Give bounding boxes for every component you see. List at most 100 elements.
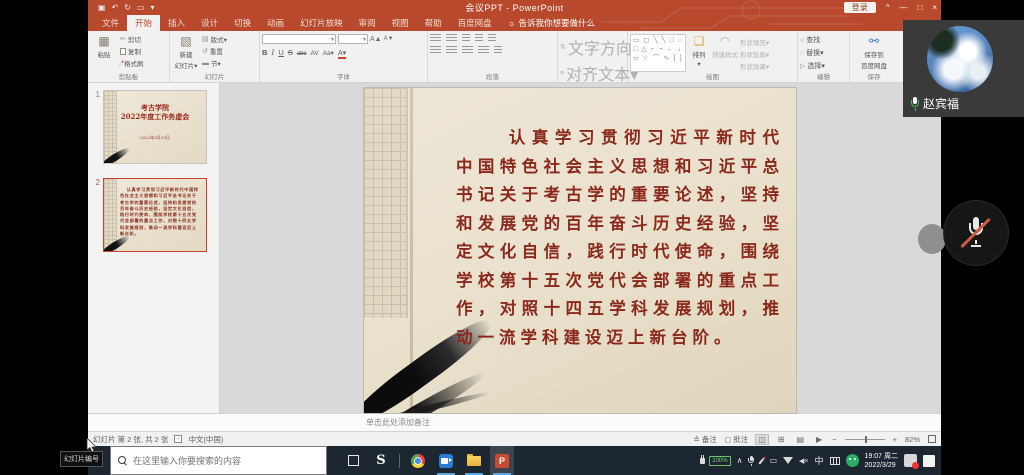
tab-baidu-netdisk[interactable]: 百度网盘 xyxy=(450,14,500,31)
font-color-button[interactable]: A▾ xyxy=(338,49,346,59)
reading-view-icon[interactable]: ▤ xyxy=(794,435,806,444)
tray-app-badge-icon[interactable] xyxy=(904,454,917,467)
wifi-icon[interactable] xyxy=(783,457,793,464)
wechat-icon[interactable] xyxy=(846,454,859,467)
taskbar-clock[interactable]: 19:07 周二 2022/3/29 xyxy=(865,452,898,470)
tab-animations[interactable]: 动画 xyxy=(259,14,292,31)
file-explorer-button[interactable] xyxy=(462,446,486,475)
text-direction-button[interactable]: ⇅文字方向▾ xyxy=(560,35,625,59)
indent-increase-icon[interactable] xyxy=(475,34,483,41)
notes-pane[interactable]: 单击此处添加备注 xyxy=(88,413,941,431)
new-slide-button[interactable]: ▧ 新建幻灯片▾ xyxy=(172,34,200,72)
participant-video-tile[interactable]: 赵宾福 xyxy=(903,20,1024,117)
slide-body-text[interactable]: 认真学习贯彻习近平新时代中国特色社会主义思想和习近平总书记关于考古学的重要论述，… xyxy=(456,124,784,352)
power-plug-icon[interactable] xyxy=(700,458,705,464)
tab-design[interactable]: 设计 xyxy=(193,14,226,31)
shape-fill-button[interactable]: 形状填充▾ xyxy=(740,37,769,47)
save-to-baidu-button[interactable]: ⚯ 保存到百度网盘 xyxy=(852,34,896,72)
quick-styles-button[interactable]: ◠ 快速样式 xyxy=(712,34,738,72)
zoom-level[interactable]: 82% xyxy=(905,435,920,444)
action-center-icon[interactable] xyxy=(923,455,935,467)
replace-button[interactable]: ◌替换▾ xyxy=(800,48,847,58)
arrange-button[interactable]: ❏ 排列▾ xyxy=(688,34,710,72)
grow-font-button[interactable]: A▲ xyxy=(370,36,382,43)
volume-muted-icon[interactable]: ◀× xyxy=(799,457,808,465)
shapes-gallery[interactable]: ▭ ◻ ╲ ╲ □ ○ □ △ ⌐ ¬ ← ↓ ▱ ☆ ⌒ ∿ { } xyxy=(630,34,686,72)
tab-transitions[interactable]: 切换 xyxy=(226,14,259,31)
tab-insert[interactable]: 插入 xyxy=(160,14,193,31)
format-painter-button[interactable]: 格式刷 xyxy=(120,58,144,68)
font-name-dropdown[interactable]: ▾ xyxy=(262,34,336,44)
section-button[interactable]: ▬节▾ xyxy=(202,58,227,68)
tray-expand-icon[interactable]: ∧ xyxy=(737,456,743,465)
justify-icon[interactable] xyxy=(478,46,489,53)
battery-indicator[interactable]: 100% xyxy=(709,456,730,466)
bullets-icon[interactable] xyxy=(430,34,441,41)
slide-thumbnail-1[interactable]: 考古学院 2022年度工作务虚会 2022年3月29日 xyxy=(103,90,207,164)
slide-thumbnail-2[interactable]: 认真学习贯彻习近平新时代中国特色社会主义思想和习近平总书记关于考古学的重要论述，… xyxy=(103,178,207,252)
tab-view[interactable]: 视图 xyxy=(384,14,417,31)
zoom-slider[interactable] xyxy=(845,439,885,440)
slide-sorter-view-icon[interactable]: ⊞ xyxy=(776,435,787,444)
normal-view-icon[interactable]: ◫ xyxy=(756,435,768,444)
taskbar-search[interactable] xyxy=(110,446,327,475)
task-view-button[interactable] xyxy=(341,446,365,475)
zoom-out-icon[interactable]: − xyxy=(832,435,836,444)
maximize-icon[interactable]: □ xyxy=(917,3,922,12)
tab-file[interactable]: 文件 xyxy=(94,14,127,31)
touch-keyboard-icon[interactable] xyxy=(830,457,840,465)
zoom-slider-thumb[interactable] xyxy=(865,436,867,443)
select-button[interactable]: ▷选择▾ xyxy=(800,61,847,71)
tray-mic-icon[interactable] xyxy=(748,456,755,466)
find-button[interactable]: ○查找 xyxy=(800,35,847,45)
align-center-icon[interactable] xyxy=(446,46,457,53)
copy-button[interactable]: 复制 xyxy=(120,46,144,56)
align-right-icon[interactable] xyxy=(462,46,473,53)
shrink-font-button[interactable]: A▼ xyxy=(384,36,394,42)
ime-indicator[interactable]: 中 xyxy=(815,454,824,467)
font-size-dropdown[interactable]: ▾ xyxy=(338,34,368,44)
layout-button[interactable]: ▤版式▾ xyxy=(202,34,227,44)
display-icon[interactable]: ▭ xyxy=(769,456,777,465)
tab-home[interactable]: 开始 xyxy=(127,14,160,31)
shape-effects-button[interactable]: 形状效果▾ xyxy=(740,61,769,71)
chrome-button[interactable] xyxy=(406,446,430,475)
fit-to-window-icon[interactable] xyxy=(928,435,936,443)
paste-button[interactable]: ▦ 粘贴 xyxy=(90,34,118,72)
change-case-button[interactable]: Aa▾ xyxy=(323,49,334,57)
ribbon-display-options-icon[interactable]: ^ xyxy=(886,3,890,12)
tell-me-box[interactable]: ☼告诉我你想要做什么 xyxy=(500,14,603,31)
bold-button[interactable]: B xyxy=(262,48,267,57)
shape-outline-button[interactable]: 形状轮廓▾ xyxy=(740,49,769,59)
language-indicator[interactable]: 中文(中国) xyxy=(188,434,223,445)
slideshow-view-icon[interactable]: ▶ xyxy=(814,435,824,444)
indent-decrease-icon[interactable] xyxy=(462,34,470,41)
align-text-button[interactable]: ≡对齐文本▾ xyxy=(560,61,625,85)
tab-help[interactable]: 帮助 xyxy=(417,14,450,31)
spell-check-icon[interactable]: ✓ xyxy=(174,435,182,443)
mute-microphone-button[interactable] xyxy=(944,201,1008,265)
tab-review[interactable]: 审阅 xyxy=(351,14,384,31)
character-spacing-button[interactable]: AV xyxy=(311,50,319,57)
slide[interactable]: 认真学习贯彻习近平新时代中国特色社会主义思想和习近平总书记关于考古学的重要论述，… xyxy=(364,88,796,413)
italic-button[interactable]: I xyxy=(271,48,274,57)
floating-handle[interactable] xyxy=(918,224,946,254)
align-left-icon[interactable] xyxy=(430,46,441,53)
zoom-in-icon[interactable]: + xyxy=(893,435,897,444)
app-s-button[interactable]: S xyxy=(369,446,393,475)
tab-slideshow[interactable]: 幻灯片放映 xyxy=(292,14,351,31)
pen-icon[interactable] xyxy=(759,456,766,464)
comments-toggle-button[interactable]: ◻ 批注 xyxy=(725,434,748,445)
search-input[interactable] xyxy=(133,456,313,466)
cut-button[interactable]: ✂剪切 xyxy=(120,34,144,44)
underline-button[interactable]: U xyxy=(278,48,283,57)
close-icon[interactable]: × xyxy=(932,3,937,12)
login-button[interactable]: 登录 xyxy=(844,2,876,13)
line-spacing-icon[interactable] xyxy=(488,34,496,41)
clear-formatting-button[interactable]: abc xyxy=(297,51,307,57)
notes-toggle-button[interactable]: ≙ 备注 xyxy=(694,434,717,445)
powerpoint-taskbar-button[interactable]: P xyxy=(490,446,514,475)
meeting-app-button[interactable] xyxy=(434,446,458,475)
minimize-icon[interactable]: — xyxy=(899,3,907,12)
reset-button[interactable]: ↺重置 xyxy=(202,46,227,56)
